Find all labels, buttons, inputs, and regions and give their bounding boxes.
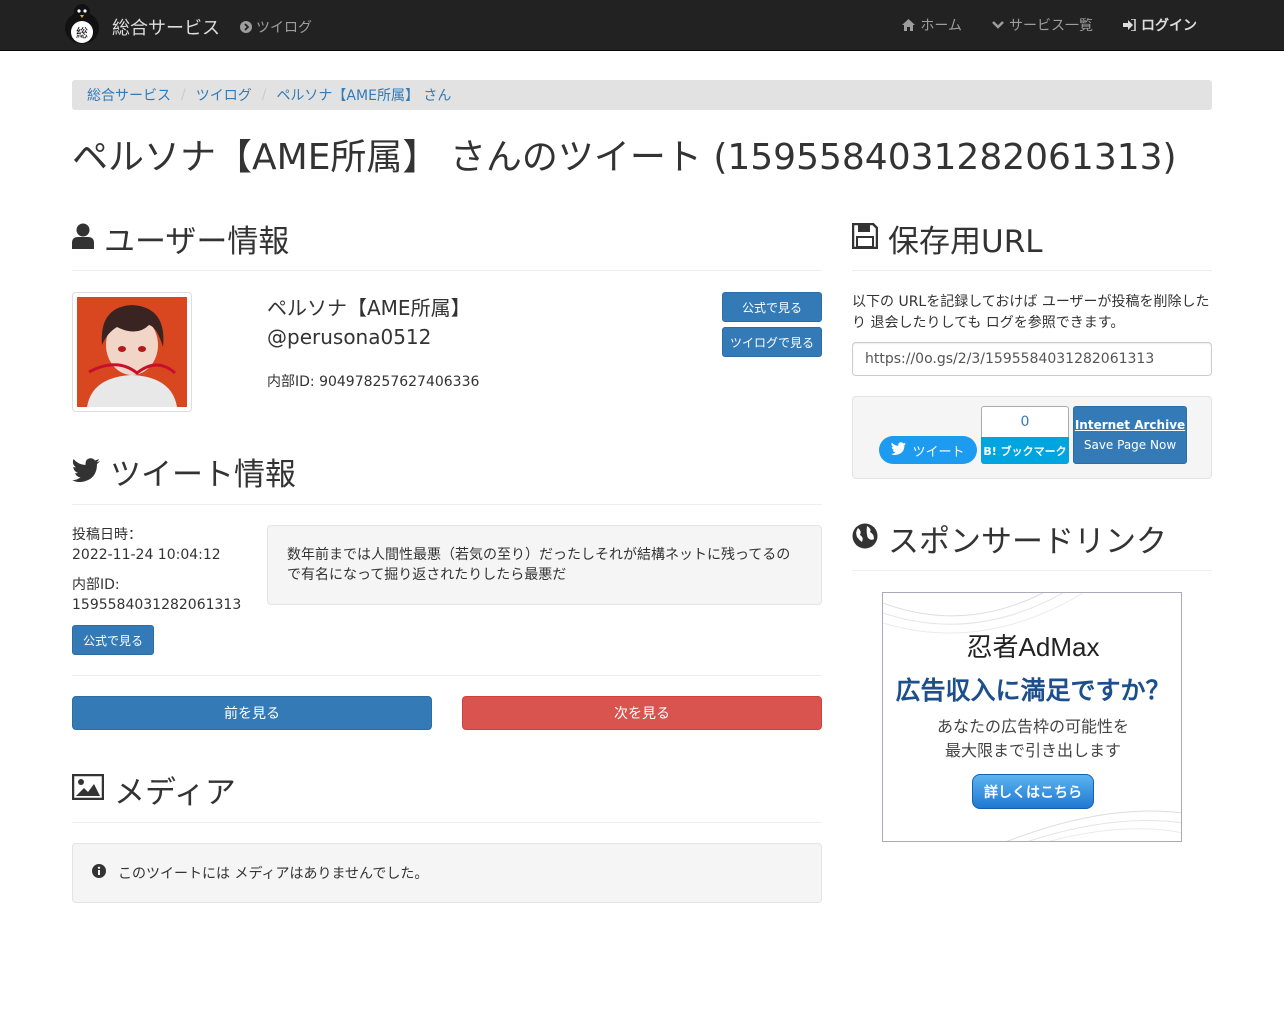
avatar[interactable]: [72, 292, 192, 412]
tweet-posted-label: 投稿日時：: [72, 527, 142, 543]
nav-login-label: ログイン: [1141, 18, 1197, 34]
breadcrumb-twilog[interactable]: ツイログ: [196, 85, 252, 105]
info-circle-icon: [92, 864, 106, 882]
nav-services-label: サービス一覧: [1009, 18, 1093, 34]
nav-services[interactable]: サービス一覧: [977, 15, 1108, 35]
ad-subtext: あなたの広告枠の可能性を 最大限まで引き出します: [883, 715, 1181, 763]
breadcrumb-home[interactable]: 総合サービス: [87, 85, 171, 105]
twitter-bird-icon: [891, 441, 907, 459]
divider: [852, 570, 1212, 571]
user-handle: @perusona0512: [267, 325, 432, 349]
nav-home-label: ホーム: [920, 18, 962, 34]
page-title: ペルソナ【AME所属】 さんのツイート (1595584031282061313…: [72, 137, 1177, 178]
hatena-bookmark-button[interactable]: B! ブックマーク: [981, 437, 1069, 464]
user-info-heading: ユーザー情報: [72, 216, 289, 261]
twitter-icon: [72, 454, 100, 490]
floppy-disk-icon: [851, 221, 879, 257]
divider: [852, 270, 1212, 271]
user-name-block: ペルソナ【AME所属】 @perusona0512: [267, 294, 471, 352]
prev-button[interactable]: 前を見る: [72, 696, 432, 730]
hatena-count[interactable]: 0: [981, 406, 1069, 437]
breadcrumb-separator: /: [261, 87, 267, 103]
penguin-logo-icon[interactable]: 総: [60, 2, 104, 46]
nav-right: ホーム サービス一覧 ログイン: [887, 0, 1212, 50]
media-heading-label: メディア: [114, 775, 236, 811]
ia-title: Internet Archive: [1074, 418, 1186, 432]
nav-twilog[interactable]: ツイログ: [240, 17, 312, 37]
sign-in-icon: [1123, 19, 1136, 31]
user-official-button[interactable]: 公式で見る: [722, 292, 822, 322]
media-heading: メディア: [71, 767, 236, 812]
nav-home[interactable]: ホーム: [887, 15, 977, 35]
user-twilog-button[interactable]: ツイログで見る: [722, 327, 822, 357]
ad-line-1: あなたの広告枠の可能性を: [936, 717, 1129, 736]
save-url-input[interactable]: [852, 342, 1212, 376]
tweet-internal-value: 1595584031282061313: [72, 597, 242, 613]
tweet-share-label: ツイート: [912, 444, 965, 460]
breadcrumb-separator: /: [181, 87, 186, 103]
navbar: 総 総合サービス ツイログ ホーム サービス一覧 ログイン: [0, 0, 1284, 51]
user-icon: [72, 221, 94, 257]
ad-headline: 広告収入に満足ですか？: [895, 676, 1171, 705]
ad-logo: 忍者AdMax: [966, 632, 1100, 662]
sponsor-ad-banner[interactable]: 忍者AdMax 広告収入に満足ですか？ あなたの広告枠の可能性を 最大限まで引き…: [882, 592, 1182, 842]
chevron-down-icon: [992, 20, 1004, 30]
globe-icon: [852, 521, 878, 557]
chevron-circle-right-icon: [240, 21, 252, 33]
divider: [72, 675, 822, 676]
sponsor-heading: スポンサードリンク: [852, 516, 1167, 561]
tweet-text: 数年前までは人間性最悪（若気の至り）だったしそれが結構ネットに残ってるので有名に…: [267, 525, 822, 605]
ad-details-button[interactable]: 詳しくはこちら: [972, 774, 1094, 809]
divider: [72, 504, 822, 505]
home-icon: [902, 19, 916, 31]
divider: [72, 822, 822, 823]
user-display-name: ペルソナ【AME所属】: [267, 296, 471, 320]
tweet-share-button[interactable]: ツイート: [879, 436, 977, 464]
tweet-posted: 投稿日時： 2022-11-24 10:04:12: [72, 525, 221, 565]
tweet-info-heading-label: ツイート情報: [110, 457, 296, 493]
sponsor-heading-label: スポンサードリンク: [888, 524, 1167, 560]
image-icon: [71, 772, 105, 808]
share-panel: ツイート 0 B! ブックマーク Internet Archive Save P…: [852, 396, 1212, 479]
breadcrumb-user[interactable]: ペルソナ【AME所属】 さん: [276, 85, 451, 105]
tweet-internal: 内部ID: 1595584031282061313: [72, 575, 241, 615]
nav-login[interactable]: ログイン: [1108, 15, 1212, 35]
tweet-official-button[interactable]: 公式で見る: [72, 625, 154, 655]
breadcrumb: 総合サービス / ツイログ / ペルソナ【AME所属】 さん: [72, 80, 1212, 110]
save-url-description: 以下の URLを記録しておけば ユーザーが投稿を削除したり 退会したりしても ロ…: [852, 294, 1210, 331]
ad-line-2: 最大限まで引き出します: [944, 741, 1121, 760]
media-empty-text: このツイートには メディアはありませんでした。: [118, 866, 429, 882]
tweet-posted-value: 2022-11-24 10:04:12: [72, 547, 221, 563]
save-url-heading-label: 保存用URL: [888, 224, 1043, 260]
user-info-heading-label: ユーザー情報: [104, 224, 290, 260]
nav-twilog-label: ツイログ: [256, 20, 312, 36]
tweet-internal-label: 内部ID:: [72, 577, 120, 593]
tweet-info-heading: ツイート情報: [72, 449, 296, 494]
save-url-heading: 保存用URL: [851, 216, 1043, 261]
next-button[interactable]: 次を見る: [462, 696, 822, 730]
divider: [72, 270, 822, 271]
brand-link[interactable]: 総合サービス: [112, 14, 220, 40]
ia-sub: Save Page Now: [1083, 438, 1177, 452]
internet-archive-button[interactable]: Internet Archive Save Page Now: [1073, 406, 1187, 464]
svg-text:総: 総: [76, 26, 88, 40]
media-empty-notice: このツイートには メディアはありませんでした。: [72, 843, 822, 903]
user-internal-id: 内部ID: 904978257627406336: [267, 374, 480, 390]
